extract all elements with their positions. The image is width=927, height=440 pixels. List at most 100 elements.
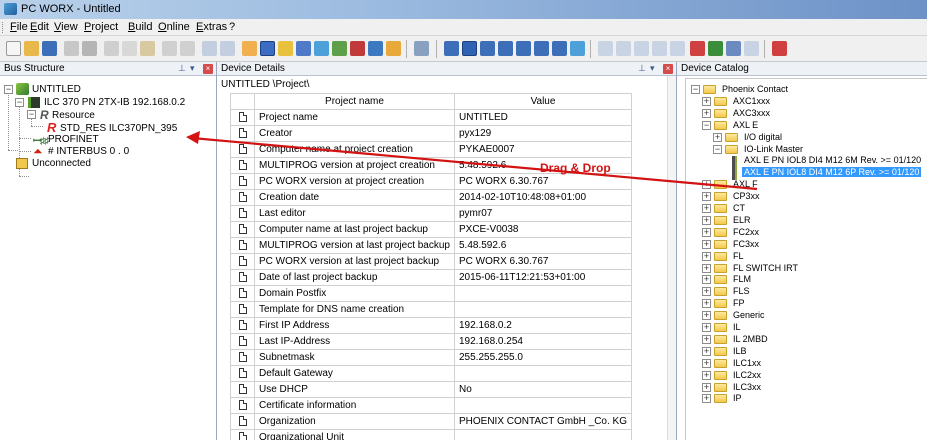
table-row[interactable]: Date of last project backup 2015-06-11T12…: [230, 269, 632, 286]
variables-view-icon[interactable]: [498, 41, 513, 56]
property-value-cell[interactable]: 192.168.0.254: [454, 333, 632, 350]
help-icon[interactable]: [772, 41, 787, 56]
print-icon[interactable]: [64, 41, 79, 56]
diagnostics-view-icon[interactable]: [552, 41, 567, 56]
property-value-cell[interactable]: PXCE-V0038: [454, 221, 632, 238]
collapse-resource-toggle[interactable]: −: [27, 110, 36, 119]
menu-extras[interactable]: Extras: [196, 21, 227, 33]
tree-node-untitled[interactable]: UNTITLED: [32, 84, 81, 95]
network-icon[interactable]: [314, 41, 329, 56]
copy-icon[interactable]: [122, 41, 137, 56]
chart-icon[interactable]: [652, 41, 667, 56]
property-value-cell[interactable]: PC WORX 6.30.767: [454, 173, 632, 190]
step-icon[interactable]: [744, 41, 759, 56]
tree-node-profinet[interactable]: PROFINET: [48, 134, 99, 145]
collapse-untitled-toggle[interactable]: −: [4, 85, 13, 94]
window-icon[interactable]: [368, 41, 383, 56]
catalog-expand-toggle[interactable]: +: [702, 215, 711, 225]
project-tree-icon[interactable]: [296, 41, 311, 56]
debug-icon[interactable]: [726, 41, 741, 56]
properties-icon[interactable]: [616, 41, 631, 56]
catalog-expand-toggle[interactable]: +: [713, 132, 722, 142]
table-row[interactable]: Subnetmask 255.255.255.0: [230, 349, 632, 366]
catalog-item[interactable]: Phoenix Contact: [720, 84, 790, 94]
tree-node-interbus[interactable]: # INTERBUS 0 . 0: [48, 146, 129, 157]
property-value-cell[interactable]: [454, 301, 632, 318]
tree-node-std-res[interactable]: STD_RES ILC370PN_395: [60, 123, 177, 134]
catalog-expand-toggle[interactable]: +: [702, 299, 711, 309]
pin-icon[interactable]: ⊥: [178, 63, 186, 74]
catalog-expand-toggle[interactable]: +: [702, 394, 711, 404]
table-row[interactable]: Computer name at project creation PYKAE00…: [230, 141, 632, 158]
property-value-cell[interactable]: [454, 429, 632, 440]
tree-node-unconnected[interactable]: Unconnected: [32, 158, 91, 169]
device-details-view-icon[interactable]: [462, 41, 477, 56]
table-row[interactable]: Organization PHOENIX CONTACT GmbH _Co. KG: [230, 413, 632, 430]
catalog-item[interactable]: ILC2xx: [731, 370, 763, 380]
open-project-icon[interactable]: [24, 41, 39, 56]
insert-icon[interactable]: [414, 41, 429, 56]
io-view-icon[interactable]: [480, 41, 495, 56]
menu-project[interactable]: Project: [84, 21, 118, 33]
save-icon[interactable]: [42, 41, 57, 56]
catalog-view-icon[interactable]: [534, 41, 549, 56]
property-value-cell[interactable]: 192.168.0.2: [454, 317, 632, 334]
property-value-cell[interactable]: 255.255.255.0: [454, 349, 632, 366]
catalog-item[interactable]: AXL E PN IOL8 DI4 M12 6M Rev. >= 01/120: [742, 155, 923, 165]
table-row[interactable]: Last IP-Address 192.168.0.254: [230, 333, 632, 350]
vertical-scrollbar[interactable]: [667, 76, 676, 440]
catalog-expand-toggle[interactable]: +: [702, 275, 711, 285]
property-value-cell[interactable]: [454, 285, 632, 302]
property-value-cell[interactable]: No: [454, 381, 632, 398]
catalog-item[interactable]: ILC3xx: [731, 382, 763, 392]
table-row[interactable]: First IP Address 192.168.0.2: [230, 317, 632, 334]
catalog-item[interactable]: FLS: [731, 286, 752, 296]
catalog-expand-toggle[interactable]: +: [702, 227, 711, 237]
catalog-expand-toggle[interactable]: −: [713, 144, 722, 154]
find-icon[interactable]: [598, 41, 613, 56]
catalog-expand-toggle[interactable]: +: [702, 358, 711, 368]
catalog-expand-toggle[interactable]: +: [702, 370, 711, 380]
catalog-expand-toggle[interactable]: +: [702, 204, 711, 213]
catalog-item[interactable]: FL SWITCH IRT: [731, 263, 800, 273]
catalog-expand-toggle[interactable]: +: [702, 180, 711, 190]
table-row[interactable]: Last editor pymr07: [230, 205, 632, 222]
catalog-expand-toggle[interactable]: +: [702, 323, 711, 332]
catalog-item[interactable]: AXC3xxx: [731, 108, 772, 118]
table-row[interactable]: PC WORX version at project creation PC WO…: [230, 173, 632, 190]
catalog-expand-toggle[interactable]: +: [702, 382, 711, 392]
menu-online[interactable]: Online: [158, 21, 190, 33]
catalog-item[interactable]: FC3xx: [731, 239, 761, 249]
zoom-in-icon[interactable]: [202, 41, 217, 56]
table-row[interactable]: Creator pyx129: [230, 125, 632, 142]
menu-view[interactable]: View: [54, 21, 78, 33]
catalog-expand-toggle[interactable]: +: [702, 346, 711, 356]
property-value-cell[interactable]: [454, 397, 632, 414]
catalog-item[interactable]: IP: [731, 393, 744, 403]
catalog-expand-toggle[interactable]: +: [702, 263, 711, 273]
catalog-expand-toggle[interactable]: −: [702, 120, 711, 130]
table-row[interactable]: Computer name at last project backup PXCE…: [230, 221, 632, 238]
library-icon[interactable]: [386, 41, 401, 56]
bus-configuration-icon[interactable]: [242, 41, 257, 56]
catalog-expand-toggle[interactable]: +: [702, 334, 711, 344]
catalog-item[interactable]: ILC1xx: [731, 358, 763, 368]
property-value-cell[interactable]: PYKAE0007: [454, 141, 632, 158]
menu-grip-handle[interactable]: [2, 22, 5, 33]
catalog-expand-toggle[interactable]: +: [702, 287, 711, 297]
catalog-item[interactable]: AXL E PN IOL8 DI4 M12 6P Rev. >= 01/120: [742, 167, 922, 178]
stop-icon[interactable]: [350, 41, 365, 56]
close-icon[interactable]: ×: [203, 64, 213, 74]
online-view-icon[interactable]: [570, 41, 585, 56]
tree-node-controller[interactable]: ILC 370 PN 2TX-IB 192.168.0.2: [44, 97, 185, 108]
messages-view-icon[interactable]: [516, 41, 531, 56]
catalog-item[interactable]: IO-Link Master: [742, 144, 805, 154]
catalog-expand-toggle[interactable]: +: [702, 311, 711, 321]
catalog-expand-toggle[interactable]: +: [702, 108, 711, 118]
catalog-item[interactable]: IL: [731, 322, 743, 332]
catalog-expand-toggle[interactable]: +: [702, 192, 711, 202]
catalog-item[interactable]: AXL E: [731, 120, 760, 130]
table-row[interactable]: MULTIPROG version at last project backup…: [230, 237, 632, 254]
print-preview-icon[interactable]: [82, 41, 97, 56]
menu-file[interactable]: File: [10, 21, 28, 33]
